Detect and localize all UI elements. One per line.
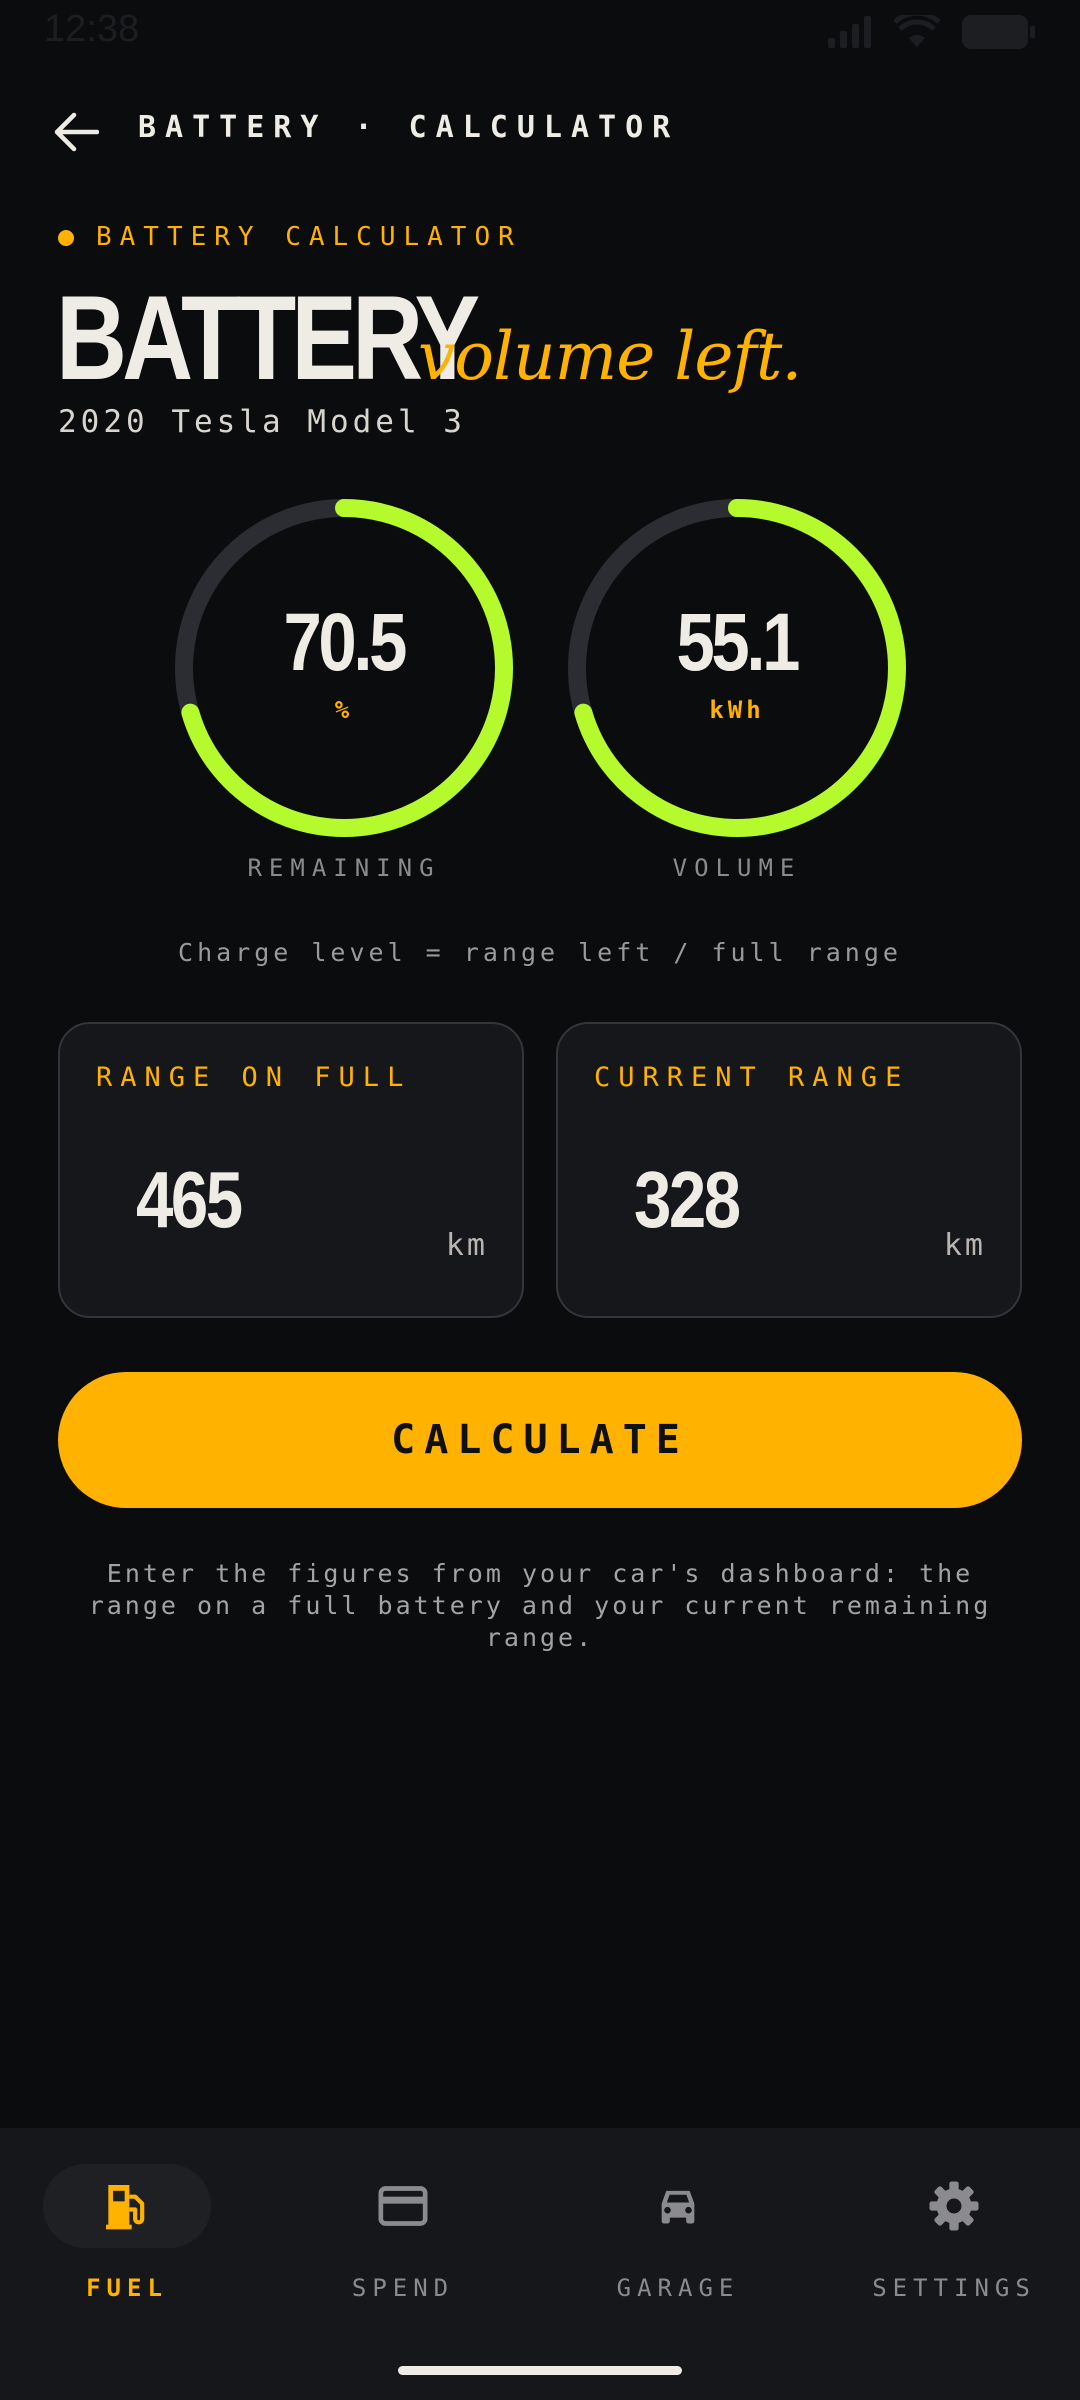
home-indicator: [398, 2366, 682, 2375]
arrow-left-icon: [54, 112, 99, 152]
remaining-value: 70.5: [283, 597, 408, 688]
car-name: 2020 Tesla Model 3: [58, 404, 466, 440]
nav-item-garage[interactable]: GARAGE: [578, 2164, 778, 2324]
current-range-unit: km: [943, 1228, 986, 1263]
car-icon: [661, 2190, 695, 2224]
nav-label-settings: SETTINGS: [872, 2274, 1036, 2302]
status-icons: [828, 12, 1036, 52]
volume-label: VOLUME: [672, 854, 802, 882]
nav-label-spend: SPEND: [351, 2274, 455, 2302]
current-range-label: CURRENT RANGE: [594, 1062, 910, 1093]
credit-card-icon: [378, 2186, 428, 2226]
calculate-button[interactable]: CALCULATE: [58, 1372, 1022, 1508]
eyebrow-label: BATTERY CALCULATOR: [96, 222, 522, 252]
remaining-label: REMAINING: [247, 854, 441, 882]
wifi-icon: [894, 15, 940, 47]
remaining-gauge: 70.5 %: [168, 492, 520, 844]
eyebrow-dot: [58, 230, 74, 246]
range-on-full-unit: km: [445, 1228, 488, 1263]
range-on-full-input[interactable]: [136, 1154, 321, 1246]
status-time: 12:38: [44, 8, 140, 50]
formula-text: Charge level = range left / full range: [178, 938, 902, 967]
volume-value: 55.1: [676, 597, 801, 688]
bottom-nav: FUEL SPEND GARAGE SETTINGS: [0, 2128, 1080, 2400]
nav-label-garage: GARAGE: [616, 2274, 740, 2302]
fuel-pump-icon: [106, 2185, 145, 2230]
nav-item-spend[interactable]: SPEND: [303, 2164, 503, 2324]
battery-status-icon: [962, 15, 1035, 49]
gear-icon: [929, 2181, 979, 2231]
volume-gauge: 55.1 kWh: [561, 492, 913, 844]
header-title: BATTERY · CALCULATOR: [138, 110, 680, 145]
range-on-full-label: RANGE ON FULL: [96, 1062, 412, 1093]
current-range-input[interactable]: [634, 1154, 819, 1246]
range-on-full-card[interactable]: RANGE ON FULL km: [58, 1022, 524, 1318]
nav-item-fuel[interactable]: FUEL: [27, 2164, 227, 2324]
current-range-card[interactable]: CURRENT RANGE km: [556, 1022, 1022, 1318]
page-title: BATTERY: [56, 271, 480, 405]
signal-icon: [828, 16, 871, 48]
nav-label-fuel: FUEL: [86, 2274, 168, 2302]
help-text: Enter the figures from your car's dashbo…: [88, 1559, 992, 1652]
calculate-button-label: CALCULATE: [391, 1417, 689, 1463]
remaining-unit: %: [334, 696, 354, 724]
volume-unit: kWh: [709, 696, 765, 724]
nav-item-settings[interactable]: SETTINGS: [854, 2164, 1054, 2324]
back-button[interactable]: [48, 104, 104, 160]
page-subtitle-italic: volume left.: [418, 318, 802, 395]
